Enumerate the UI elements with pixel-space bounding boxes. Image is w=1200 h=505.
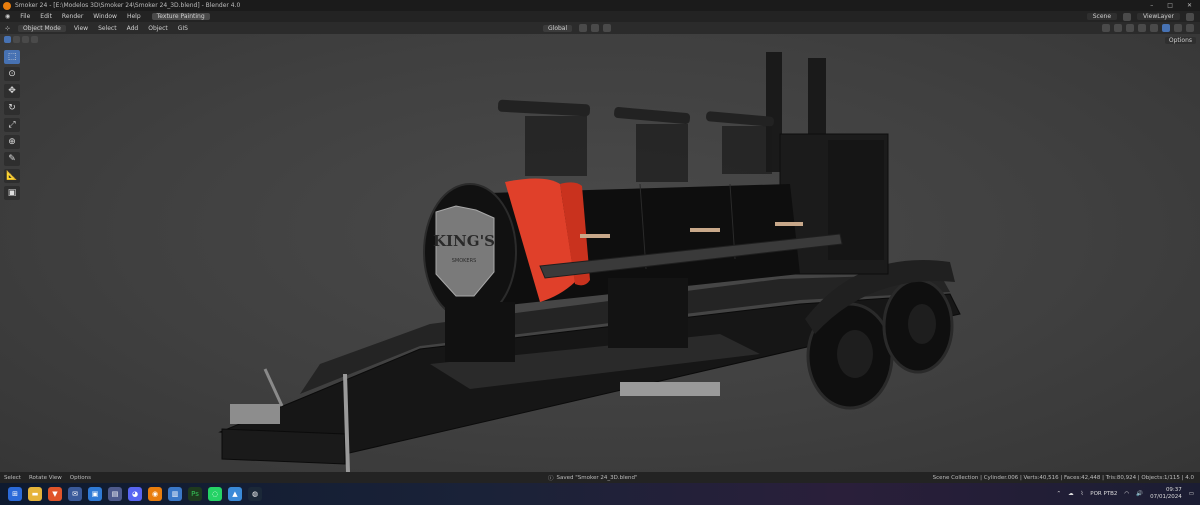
editor-type-icon[interactable]: ⊹: [0, 25, 15, 32]
saddle-left[interactable]: [445, 302, 515, 362]
wireframe-shading-icon[interactable]: [1150, 24, 1158, 32]
material-shading-icon[interactable]: [1174, 24, 1182, 32]
minimize-icon[interactable]: –: [1150, 2, 1153, 9]
hint-rotate-view: Rotate View: [28, 474, 62, 481]
scene-selector[interactable]: Scene: [1086, 13, 1118, 20]
windows-taskbar: ⊞ ▬ ▼ ✉ ▣ ▤ ◕ ◉ ▥ Ps ◌ ▲ ◍ ⌃ ☁ ⌇ POR PTB…: [0, 483, 1200, 505]
menu-select[interactable]: Select: [93, 25, 122, 32]
status-bar: Select Rotate View Options ⓘ Saved "Smok…: [0, 472, 1200, 483]
mode-dropdown[interactable]: Object Mode: [18, 24, 66, 32]
clock-date: 07/01/2024: [1150, 494, 1182, 500]
brave-browser-icon[interactable]: ▼: [48, 487, 62, 501]
hint-options: Options: [69, 474, 92, 481]
badge-subtitle: SMOKERS: [452, 258, 477, 264]
window-controls: – □ ✕: [1150, 2, 1200, 9]
chevron-up-icon[interactable]: ⌃: [1056, 491, 1061, 497]
menu-object[interactable]: Object: [143, 25, 173, 32]
scene-statistics: Scene Collection | Cylinder.006 | Verts:…: [932, 474, 1194, 481]
visibility-icon[interactable]: [1102, 24, 1110, 32]
snap-icon[interactable]: [591, 24, 600, 32]
new-scene-icon[interactable]: [1123, 12, 1132, 21]
taskbar-apps: ⊞ ▬ ▼ ✉ ▣ ▤ ◕ ◉ ▥ Ps ◌ ▲ ◍: [0, 487, 262, 501]
xray-icon[interactable]: [1138, 24, 1146, 32]
hitch-lever[interactable]: [263, 368, 284, 407]
shading-controls: [1102, 24, 1194, 32]
store-icon[interactable]: ▣: [88, 487, 102, 501]
3d-viewport[interactable]: Options ⬚ ⊙ ✥ ↻ ⤢ ⊕ ✎ 📐 ▣ KING'S SMOKERS: [0, 34, 1200, 472]
viewlayer-selector[interactable]: ViewLayer: [1137, 13, 1180, 20]
windows-start-icon[interactable]: ⊞: [8, 487, 22, 501]
rendered-shading-icon[interactable]: [1186, 24, 1194, 32]
rack-3-panel: [722, 126, 772, 174]
cloud-icon[interactable]: ☁: [1068, 491, 1074, 497]
clock[interactable]: 09:37 07/01/2024: [1150, 487, 1182, 501]
file-explorer-icon[interactable]: ▬: [28, 487, 42, 501]
maximize-icon[interactable]: □: [1167, 2, 1173, 9]
menu-edit[interactable]: Edit: [35, 13, 57, 20]
steam-icon[interactable]: ◍: [248, 487, 262, 501]
mail-icon[interactable]: ✉: [68, 487, 82, 501]
menu-add[interactable]: Add: [122, 25, 144, 32]
blender-taskbar-icon[interactable]: ◉: [148, 487, 162, 501]
photoshop-icon[interactable]: Ps: [188, 487, 202, 501]
tail-plate[interactable]: [620, 382, 720, 396]
transform-controls: Global: [540, 24, 612, 32]
scene-controls: Scene ViewLayer: [1086, 12, 1200, 21]
overlay-icon[interactable]: [1126, 24, 1134, 32]
tab-texture-painting[interactable]: Texture Painting: [151, 13, 210, 20]
handle-3[interactable]: [775, 222, 803, 226]
rack-1[interactable]: [497, 99, 591, 117]
discord-icon[interactable]: ◕: [128, 487, 142, 501]
front-wheel-hub[interactable]: [837, 330, 873, 378]
menu-render[interactable]: Render: [57, 13, 88, 20]
whatsapp-icon[interactable]: ◌: [208, 487, 222, 501]
info-icon: ⓘ: [548, 475, 554, 482]
saddle-middle[interactable]: [608, 278, 688, 348]
save-message: Saved "Smoker 24_3D.blend": [556, 474, 638, 481]
clock-time: 09:37: [1165, 487, 1182, 493]
smoker-trailer-model[interactable]: KING'S SMOKERS: [0, 34, 1200, 472]
new-viewlayer-icon[interactable]: [1186, 12, 1194, 21]
title-bar: Smoker 24 - [E:\Modelos 3D\Smoker 24\Smo…: [0, 0, 1200, 11]
rack-3[interactable]: [706, 111, 775, 127]
rack-2[interactable]: [614, 107, 691, 125]
menu-help[interactable]: Help: [122, 13, 146, 20]
rear-wheel-hub[interactable]: [908, 304, 936, 344]
kings-badge[interactable]: [435, 205, 495, 297]
monitor-app-icon[interactable]: ▤: [108, 487, 122, 501]
badge-title: KING'S: [433, 232, 495, 250]
rack-2-panel: [636, 124, 688, 182]
trailer-tongue[interactable]: [221, 428, 346, 465]
keymap-hints: Select Rotate View Options: [0, 475, 91, 481]
menu-view[interactable]: View: [69, 25, 93, 32]
orientation-dropdown[interactable]: Global: [543, 24, 573, 32]
menu-file[interactable]: File: [15, 13, 35, 20]
wifi-icon[interactable]: ◠: [1124, 491, 1129, 497]
hitch-coupler[interactable]: [230, 404, 280, 424]
gizmo-icon[interactable]: [1114, 24, 1122, 32]
language-indicator[interactable]: POR PTB2: [1090, 491, 1117, 497]
system-tray: ⌃ ☁ ⌇ POR PTB2 ◠ 🔊 09:37 07/01/2024 ▭: [1056, 487, 1194, 501]
proportional-edit-icon[interactable]: [603, 24, 612, 32]
pivot-icon[interactable]: [579, 24, 588, 32]
status-message: ⓘ Saved "Smoker 24_3D.blend": [548, 474, 638, 482]
solid-shading-icon[interactable]: [1162, 24, 1170, 32]
notification-icon[interactable]: ▭: [1189, 491, 1194, 497]
hint-select: Select: [4, 474, 21, 481]
top-menu-bar: ◉ File Edit Render Window Help Texture P…: [0, 11, 1200, 22]
blender-menu-icon[interactable]: ◉: [0, 13, 15, 20]
viewport-header: ⊹ Object Mode View Select Add Object GIS…: [0, 22, 1200, 34]
handle-1[interactable]: [580, 234, 610, 238]
menu-gis[interactable]: GIS: [173, 25, 193, 32]
close-icon[interactable]: ✕: [1187, 2, 1192, 9]
network-icon[interactable]: ⌇: [1081, 491, 1084, 497]
rack-1-panel: [525, 116, 587, 176]
volume-icon[interactable]: 🔊: [1136, 491, 1143, 497]
menu-window[interactable]: Window: [88, 13, 122, 20]
window-title: Smoker 24 - [E:\Modelos 3D\Smoker 24\Smo…: [15, 2, 241, 9]
photos-icon[interactable]: ▲: [228, 487, 242, 501]
notes-icon[interactable]: ▥: [168, 487, 182, 501]
handle-2[interactable]: [690, 228, 720, 232]
blender-logo-icon: [3, 1, 11, 10]
